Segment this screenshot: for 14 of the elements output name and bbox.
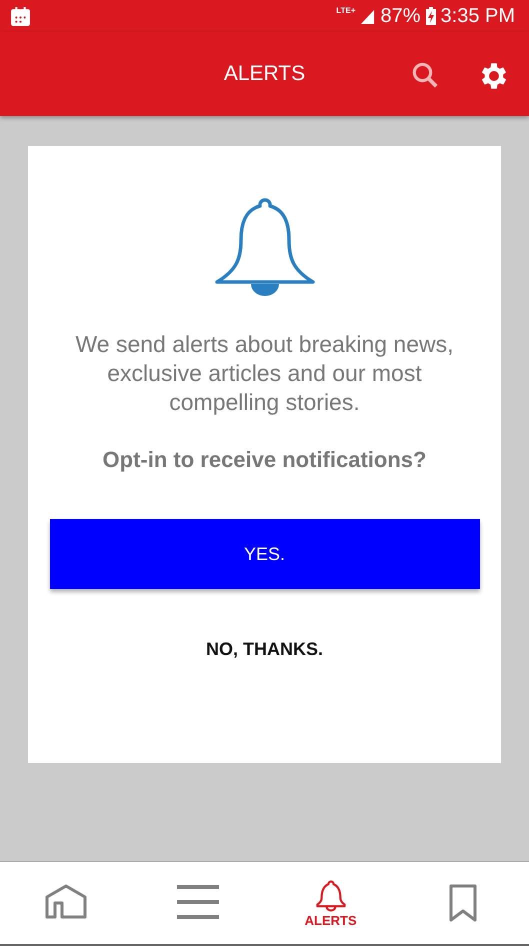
opt-in-question: Opt-in to receive notifications? (102, 447, 426, 473)
signal-icon (360, 8, 376, 24)
network-type: LTE+ (336, 6, 356, 15)
screen-title: ALERTS (224, 62, 306, 86)
bookmark-icon (448, 883, 478, 923)
bell-icon (314, 878, 348, 912)
clock: 3:35 PM (440, 4, 515, 28)
decline-button[interactable]: NO, THANKS. (200, 633, 329, 666)
alerts-description: We send alerts about breaking news, exclusive articles and our most compelling stories. (74, 330, 455, 417)
calendar-icon (10, 6, 31, 26)
battery-charging-icon (426, 7, 436, 25)
yes-button[interactable]: YES. (50, 519, 480, 589)
search-icon[interactable] (410, 60, 440, 90)
battery-percent: 87% (380, 4, 421, 28)
